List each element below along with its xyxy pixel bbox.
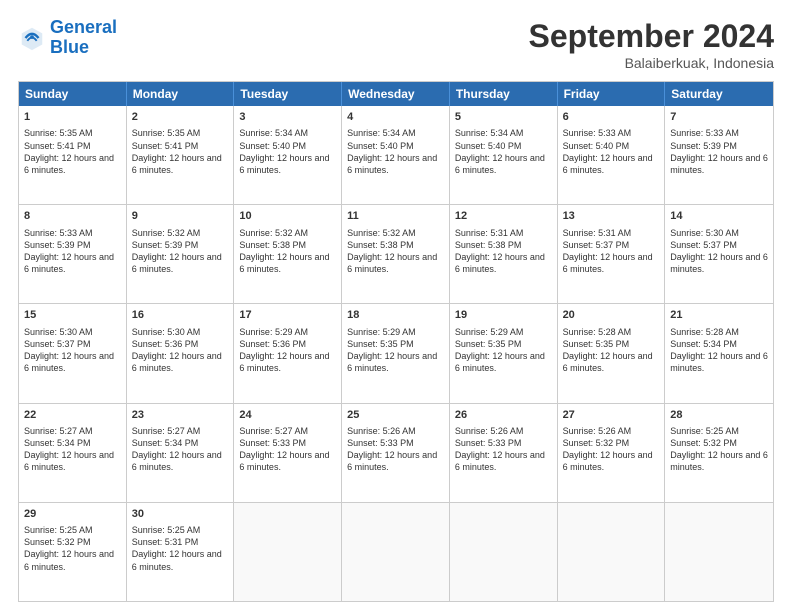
cell-empty-3 (450, 503, 558, 601)
cell-sep29: 29 Sunrise: 5:25 AM Sunset: 5:32 PM Dayl… (19, 503, 127, 601)
cell-sep21: 21 Sunrise: 5:28 AM Sunset: 5:34 PM Dayl… (665, 304, 773, 402)
cell-sep16: 16 Sunrise: 5:30 AM Sunset: 5:36 PM Dayl… (127, 304, 235, 402)
header-tuesday: Tuesday (234, 82, 342, 106)
cell-empty-2 (342, 503, 450, 601)
week-1: 1 Sunrise: 5:35 AM Sunset: 5:41 PM Dayli… (19, 106, 773, 204)
cell-sep3: 3 Sunrise: 5:34 AM Sunset: 5:40 PM Dayli… (234, 106, 342, 204)
cell-sep17: 17 Sunrise: 5:29 AM Sunset: 5:36 PM Dayl… (234, 304, 342, 402)
cell-sep12: 12 Sunrise: 5:31 AM Sunset: 5:38 PM Dayl… (450, 205, 558, 303)
cell-sep8: 8 Sunrise: 5:33 AM Sunset: 5:39 PM Dayli… (19, 205, 127, 303)
cell-sep22: 22 Sunrise: 5:27 AM Sunset: 5:34 PM Dayl… (19, 404, 127, 502)
cell-sep2: 2 Sunrise: 5:35 AM Sunset: 5:41 PM Dayli… (127, 106, 235, 204)
cell-sep9: 9 Sunrise: 5:32 AM Sunset: 5:39 PM Dayli… (127, 205, 235, 303)
location: Balaiberkuak, Indonesia (529, 55, 774, 71)
cell-sep18: 18 Sunrise: 5:29 AM Sunset: 5:35 PM Dayl… (342, 304, 450, 402)
header-sunday: Sunday (19, 82, 127, 106)
month-title: September 2024 (529, 18, 774, 55)
header-wednesday: Wednesday (342, 82, 450, 106)
logo-text: General Blue (50, 18, 117, 58)
cell-sep6: 6 Sunrise: 5:33 AM Sunset: 5:40 PM Dayli… (558, 106, 666, 204)
header-friday: Friday (558, 82, 666, 106)
title-block: September 2024 Balaiberkuak, Indonesia (529, 18, 774, 71)
cell-empty-1 (234, 503, 342, 601)
page: General Blue September 2024 Balaiberkuak… (0, 0, 792, 612)
cell-sep26: 26 Sunrise: 5:26 AM Sunset: 5:33 PM Dayl… (450, 404, 558, 502)
cell-sep1: 1 Sunrise: 5:35 AM Sunset: 5:41 PM Dayli… (19, 106, 127, 204)
cell-sep7: 7 Sunrise: 5:33 AM Sunset: 5:39 PM Dayli… (665, 106, 773, 204)
calendar-body: 1 Sunrise: 5:35 AM Sunset: 5:41 PM Dayli… (19, 106, 773, 601)
cell-sep11: 11 Sunrise: 5:32 AM Sunset: 5:38 PM Dayl… (342, 205, 450, 303)
cell-sep13: 13 Sunrise: 5:31 AM Sunset: 5:37 PM Dayl… (558, 205, 666, 303)
day-num: 1 (24, 110, 121, 125)
cell-sep27: 27 Sunrise: 5:26 AM Sunset: 5:32 PM Dayl… (558, 404, 666, 502)
cell-sep23: 23 Sunrise: 5:27 AM Sunset: 5:34 PM Dayl… (127, 404, 235, 502)
week-2: 8 Sunrise: 5:33 AM Sunset: 5:39 PM Dayli… (19, 204, 773, 303)
cell-sep20: 20 Sunrise: 5:28 AM Sunset: 5:35 PM Dayl… (558, 304, 666, 402)
cell-sep28: 28 Sunrise: 5:25 AM Sunset: 5:32 PM Dayl… (665, 404, 773, 502)
header: General Blue September 2024 Balaiberkuak… (18, 18, 774, 71)
cell-sep30: 30 Sunrise: 5:25 AM Sunset: 5:31 PM Dayl… (127, 503, 235, 601)
header-thursday: Thursday (450, 82, 558, 106)
cell-empty-4 (558, 503, 666, 601)
cell-sep4: 4 Sunrise: 5:34 AM Sunset: 5:40 PM Dayli… (342, 106, 450, 204)
header-saturday: Saturday (665, 82, 773, 106)
header-monday: Monday (127, 82, 235, 106)
cell-info: Sunrise: 5:35 AM Sunset: 5:41 PM Dayligh… (24, 127, 121, 176)
calendar: Sunday Monday Tuesday Wednesday Thursday… (18, 81, 774, 602)
cell-sep10: 10 Sunrise: 5:32 AM Sunset: 5:38 PM Dayl… (234, 205, 342, 303)
calendar-header: Sunday Monday Tuesday Wednesday Thursday… (19, 82, 773, 106)
week-4: 22 Sunrise: 5:27 AM Sunset: 5:34 PM Dayl… (19, 403, 773, 502)
cell-sep5: 5 Sunrise: 5:34 AM Sunset: 5:40 PM Dayli… (450, 106, 558, 204)
week-5: 29 Sunrise: 5:25 AM Sunset: 5:32 PM Dayl… (19, 502, 773, 601)
cell-sep25: 25 Sunrise: 5:26 AM Sunset: 5:33 PM Dayl… (342, 404, 450, 502)
logo-icon (18, 24, 46, 52)
cell-sep15: 15 Sunrise: 5:30 AM Sunset: 5:37 PM Dayl… (19, 304, 127, 402)
cell-sep19: 19 Sunrise: 5:29 AM Sunset: 5:35 PM Dayl… (450, 304, 558, 402)
logo: General Blue (18, 18, 117, 58)
cell-sep24: 24 Sunrise: 5:27 AM Sunset: 5:33 PM Dayl… (234, 404, 342, 502)
cell-sep14: 14 Sunrise: 5:30 AM Sunset: 5:37 PM Dayl… (665, 205, 773, 303)
cell-empty-5 (665, 503, 773, 601)
week-3: 15 Sunrise: 5:30 AM Sunset: 5:37 PM Dayl… (19, 303, 773, 402)
